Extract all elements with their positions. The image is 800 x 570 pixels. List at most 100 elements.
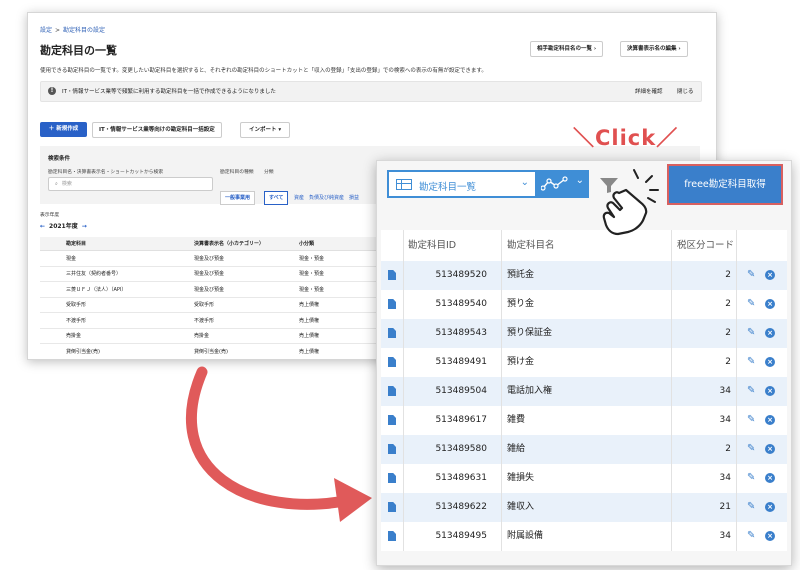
column-divider [671, 348, 672, 377]
column-divider [671, 435, 672, 464]
column-divider [736, 348, 737, 377]
delete-icon[interactable]: × [765, 473, 775, 483]
account-name-cell: 預託金 [507, 270, 535, 280]
tax-code-cell: 34 [719, 386, 731, 396]
record-detail-icon[interactable] [388, 328, 396, 338]
delete-icon[interactable]: × [765, 357, 775, 367]
record-detail-icon[interactable] [388, 444, 396, 454]
column-divider [501, 435, 502, 464]
edit-pencil-icon[interactable]: ✎ [747, 385, 755, 397]
delete-icon[interactable]: × [765, 444, 775, 454]
delete-icon[interactable]: × [765, 531, 775, 541]
account-id-cell: 513489540 [435, 299, 487, 309]
graph-selector[interactable]: ⌄ [536, 170, 589, 198]
account-id-cell: 513489543 [435, 328, 487, 338]
column-divider [671, 377, 672, 406]
record-detail-icon[interactable] [388, 502, 396, 512]
edit-pencil-icon[interactable]: ✎ [747, 501, 755, 513]
account-name-cell: 預り保証金 [507, 328, 553, 338]
account-name-cell: 預け金 [507, 357, 535, 367]
edit-pencil-icon[interactable]: ✎ [747, 298, 755, 310]
tax-code-cell: 2 [725, 299, 731, 309]
tax-code-cell: 2 [725, 357, 731, 367]
table-row[interactable]: 513489617 雑費 34 ✎ × [381, 406, 787, 435]
column-divider [736, 493, 737, 522]
table-row[interactable]: 513489495 附属設備 34 ✎ × [381, 522, 787, 551]
edit-pencil-icon[interactable]: ✎ [747, 530, 755, 542]
column-header-tax-code: 税区分コード [677, 240, 735, 251]
column-divider [403, 348, 404, 377]
record-detail-icon[interactable] [388, 299, 396, 309]
record-detail-icon[interactable] [388, 531, 396, 541]
column-divider [501, 493, 502, 522]
table-row[interactable]: 513489504 電話加入権 34 ✎ × [381, 377, 787, 406]
delete-icon[interactable]: × [765, 502, 775, 512]
column-divider [501, 464, 502, 493]
tax-code-cell: 2 [725, 328, 731, 338]
edit-pencil-icon[interactable]: ✎ [747, 443, 755, 455]
graph-icon [541, 176, 568, 191]
account-name-cell: 雑給 [507, 444, 526, 454]
column-divider [501, 290, 502, 319]
tax-code-cell: 34 [719, 531, 731, 541]
column-divider [671, 522, 672, 551]
chevron-down-icon: ⌄ [520, 177, 529, 188]
record-detail-icon[interactable] [388, 473, 396, 483]
column-divider [671, 290, 672, 319]
table-row[interactable]: 513489543 預り保証金 2 ✎ × [381, 319, 787, 348]
delete-icon[interactable]: × [765, 328, 775, 338]
column-divider [736, 319, 737, 348]
record-detail-icon[interactable] [388, 415, 396, 425]
column-divider [736, 377, 737, 406]
column-divider [403, 406, 404, 435]
column-divider [671, 261, 672, 290]
account-id-cell: 513489617 [435, 415, 487, 425]
record-detail-icon[interactable] [388, 357, 396, 367]
account-id-cell: 513489491 [435, 357, 487, 367]
column-divider [501, 377, 502, 406]
column-divider [736, 464, 737, 493]
table-header-row: 勘定科目ID 勘定科目名 税区分コード [381, 230, 787, 261]
account-id-cell: 513489580 [435, 444, 487, 454]
column-divider [403, 261, 404, 290]
column-divider [403, 464, 404, 493]
account-id-cell: 513489495 [435, 531, 487, 541]
column-divider [403, 230, 404, 261]
account-name-cell: 雑損失 [507, 473, 535, 483]
column-divider [403, 493, 404, 522]
table-row[interactable]: 513489580 雑給 2 ✎ × [381, 435, 787, 464]
delete-icon[interactable]: × [765, 299, 775, 309]
table-row[interactable]: 513489491 預け金 2 ✎ × [381, 348, 787, 377]
delete-icon[interactable]: × [765, 270, 775, 280]
column-divider [736, 522, 737, 551]
column-divider [403, 522, 404, 551]
column-divider [501, 230, 502, 261]
click-callout: ＼Click／ [573, 126, 679, 150]
edit-pencil-icon[interactable]: ✎ [747, 472, 755, 484]
table-row[interactable]: 513489631 雑損失 34 ✎ × [381, 464, 787, 493]
column-divider [671, 493, 672, 522]
record-detail-icon[interactable] [388, 386, 396, 396]
account-name-cell: 雑費 [507, 415, 526, 425]
edit-pencil-icon[interactable]: ✎ [747, 327, 755, 339]
edit-pencil-icon[interactable]: ✎ [747, 269, 755, 281]
tax-code-cell: 34 [719, 415, 731, 425]
hand-cursor-graphic [602, 169, 659, 236]
delete-icon[interactable]: × [765, 415, 775, 425]
view-selector[interactable]: 勘定科目一覧 ⌄ [387, 170, 537, 198]
freee-fetch-button[interactable]: freee勘定科目取得 [667, 164, 783, 205]
account-id-cell: 513489504 [435, 386, 487, 396]
edit-pencil-icon[interactable]: ✎ [747, 356, 755, 368]
column-divider [501, 348, 502, 377]
table-row[interactable]: 513489622 雑収入 21 ✎ × [381, 493, 787, 522]
account-id-cell: 513489520 [435, 270, 487, 280]
kintone-app-screenshot: 勘定科目一覧 ⌄ ⌄ freee勘定科目取得 勘定科目ID 勘定科目名 税区分コ… [376, 160, 792, 566]
edit-pencil-icon[interactable]: ✎ [747, 414, 755, 426]
record-detail-icon[interactable] [388, 270, 396, 280]
column-divider [403, 290, 404, 319]
table-row[interactable]: 513489540 預り金 2 ✎ × [381, 290, 787, 319]
account-name-cell: 雑収入 [507, 502, 535, 512]
column-divider [501, 261, 502, 290]
table-row[interactable]: 513489520 預託金 2 ✎ × [381, 261, 787, 290]
delete-icon[interactable]: × [765, 386, 775, 396]
